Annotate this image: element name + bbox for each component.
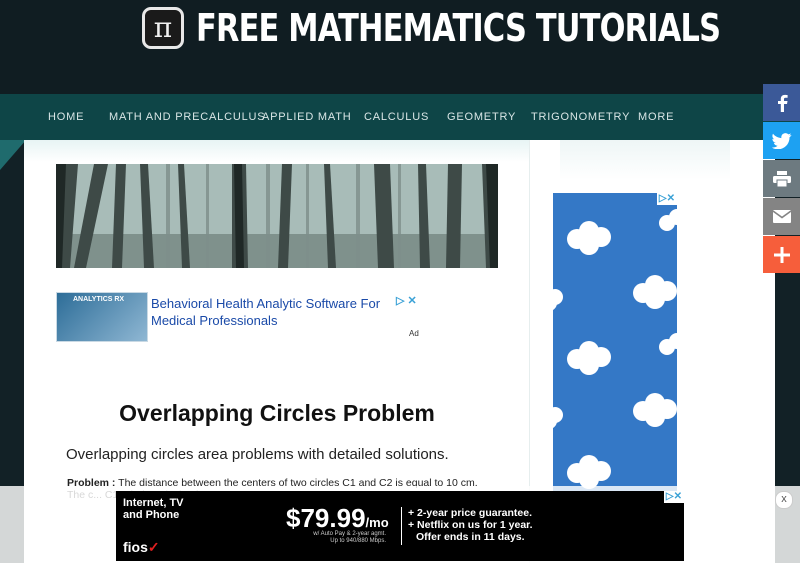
site-header: π FREE MATHEMATICS TUTORIALS [0,0,800,94]
ad-fine-print: w/ Auto Pay & 2-year agmt. Up to 940/880… [313,531,386,544]
plus-icon [773,246,790,263]
ad-service-line1: Internet, TV [123,497,184,509]
share-more-button[interactable] [763,236,800,273]
ad-choices-icon[interactable]: ▷ ✕ [396,294,417,307]
ad-service-line2: and Phone [123,509,180,521]
ad-choices-icon[interactable]: ▷✕ [656,193,677,205]
sidebar-shade [560,140,730,180]
forest-banner-image [56,164,498,268]
share-email-button[interactable] [763,198,800,235]
nav-calculus[interactable]: CALCULUS [364,94,429,140]
facebook-icon [777,94,788,112]
ad-divider [401,507,402,545]
ad-offer-3: Offer ends in 11 days. [416,531,525,543]
ad-headline-link[interactable]: Behavioral Health Analytic Software For … [151,295,391,329]
share-twitter-button[interactable] [763,122,800,159]
sidebar-ad-banner[interactable]: ▷✕ [553,193,677,493]
main-nav: HOME MATH AND PRECALCULUS APPLIED MATH C… [0,94,800,140]
nav-trigonometry[interactable]: TRIGONOMETRY [531,94,630,140]
ad-offer-1: + 2-year price guarantee. [408,507,533,519]
fios-logo: fios✓ [123,539,160,556]
site-logo[interactable]: π FREE MATHEMATICS TUTORIALS [142,4,800,52]
print-icon [772,170,791,187]
close-ad-button[interactable]: x [775,491,793,509]
ad-price-unit: /mo [365,515,389,530]
ad-thumbnail-brand: ANALYTICS RX [73,296,125,303]
share-print-button[interactable] [763,160,800,197]
sponsored-ad-top[interactable]: ANALYTICS RX Behavioral Health Analytic … [56,292,426,342]
ad-thumbnail-image[interactable]: ANALYTICS RX [56,292,148,342]
ad-offer-2: + Netflix on us for 1 year. [408,519,533,531]
checkmark-icon: ✓ [147,539,160,555]
main-column-shade [24,140,529,162]
nav-home[interactable]: HOME [48,94,84,140]
cloud-pattern-graphic [553,193,677,493]
ad-label: Ad [409,329,419,338]
ad-price: $79.99/mo [286,503,389,534]
ad-choices-icon[interactable]: ▷✕ [663,491,684,503]
nav-applied-math[interactable]: APPLIED MATH [262,94,351,140]
nav-geometry[interactable]: GEOMETRY [447,94,516,140]
forest-trees-graphic [56,164,498,268]
email-icon [772,210,791,223]
share-facebook-button[interactable] [763,84,800,121]
twitter-icon [771,132,791,149]
site-title: FREE MATHEMATICS TUTORIALS [196,6,721,50]
nav-math-and-precalculus[interactable]: MATH AND PRECALCULUS [109,94,265,140]
page-subtitle: Overlapping circles area problems with d… [66,446,449,463]
ad-price-value: $79.99 [286,503,366,533]
pi-logo-icon: π [142,7,184,49]
ad-offer-list: + 2-year price guarantee. + Netflix on u… [408,507,533,543]
ad-service-text: Internet, TV and Phone [123,497,184,521]
corner-fold-decoration [0,140,26,170]
social-share-bar [763,84,800,274]
page-title: Overlapping Circles Problem [119,400,435,426]
fios-logo-text: fios [123,539,148,555]
bottom-sticky-ad[interactable]: Internet, TV and Phone fios✓ $79.99/mo w… [116,491,684,561]
nav-more[interactable]: MORE [638,94,674,140]
